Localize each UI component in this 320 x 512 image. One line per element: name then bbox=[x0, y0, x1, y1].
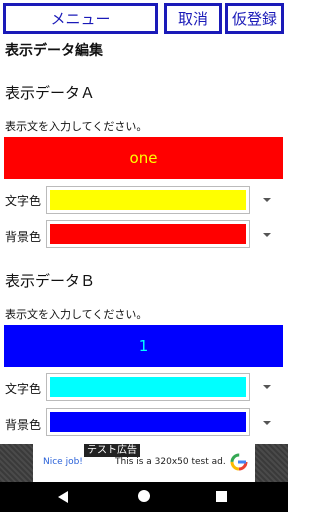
section-a-title: 表示データＡ bbox=[5, 84, 96, 102]
temp-register-button[interactable]: 仮登録 bbox=[225, 3, 284, 34]
cancel-button[interactable]: 取消 bbox=[164, 3, 222, 34]
ad-banner[interactable]: Nice job! This is a 320x50 test ad. テスト広… bbox=[0, 444, 288, 482]
section-a-text-color-label: 文字色 bbox=[5, 194, 42, 208]
section-b-bg-color-select[interactable] bbox=[46, 408, 250, 436]
section-a-bg-color-swatch bbox=[50, 224, 246, 244]
section-a-prompt: 表示文を入力してください。 bbox=[5, 120, 148, 133]
page-title: 表示データ編集 bbox=[5, 43, 103, 59]
back-triangle-icon[interactable] bbox=[58, 491, 70, 503]
section-a-text-color-select[interactable] bbox=[46, 186, 250, 214]
section-a-bg-color-select[interactable] bbox=[46, 220, 250, 248]
toolbar: メニュー 取消 仮登録 bbox=[0, 0, 288, 36]
section-b-title: 表示データＢ bbox=[5, 272, 96, 290]
section-b-bg-color-swatch bbox=[50, 412, 246, 432]
section-b-bg-color-label: 背景色 bbox=[5, 418, 42, 432]
section-a-text-color-swatch bbox=[50, 190, 246, 210]
menu-button[interactable]: メニュー bbox=[3, 3, 158, 34]
section-b-prompt: 表示文を入力してください。 bbox=[5, 308, 148, 321]
ad-content[interactable]: Nice job! This is a 320x50 test ad. bbox=[33, 444, 255, 482]
ad-headline: Nice job! bbox=[43, 457, 83, 467]
section-b-text-input[interactable]: 1 bbox=[4, 325, 283, 367]
section-a-text-input[interactable]: one bbox=[4, 137, 283, 179]
chevron-down-icon[interactable] bbox=[263, 421, 271, 425]
ad-test-badge: テスト広告 bbox=[84, 444, 140, 457]
chevron-down-icon[interactable] bbox=[263, 233, 271, 237]
section-a-bg-color-label: 背景色 bbox=[5, 230, 42, 244]
section-b-text-color-select[interactable] bbox=[46, 373, 250, 401]
ad-description: This is a 320x50 test ad. bbox=[115, 457, 226, 467]
system-navbar bbox=[0, 482, 288, 512]
recent-square-icon[interactable] bbox=[216, 491, 227, 502]
ad-logo-icon bbox=[230, 453, 248, 471]
chevron-down-icon[interactable] bbox=[263, 385, 271, 389]
section-b-text-color-label: 文字色 bbox=[5, 382, 42, 396]
section-b-text-color-swatch bbox=[50, 377, 246, 397]
chevron-down-icon[interactable] bbox=[263, 198, 271, 202]
home-circle-icon[interactable] bbox=[138, 490, 150, 502]
